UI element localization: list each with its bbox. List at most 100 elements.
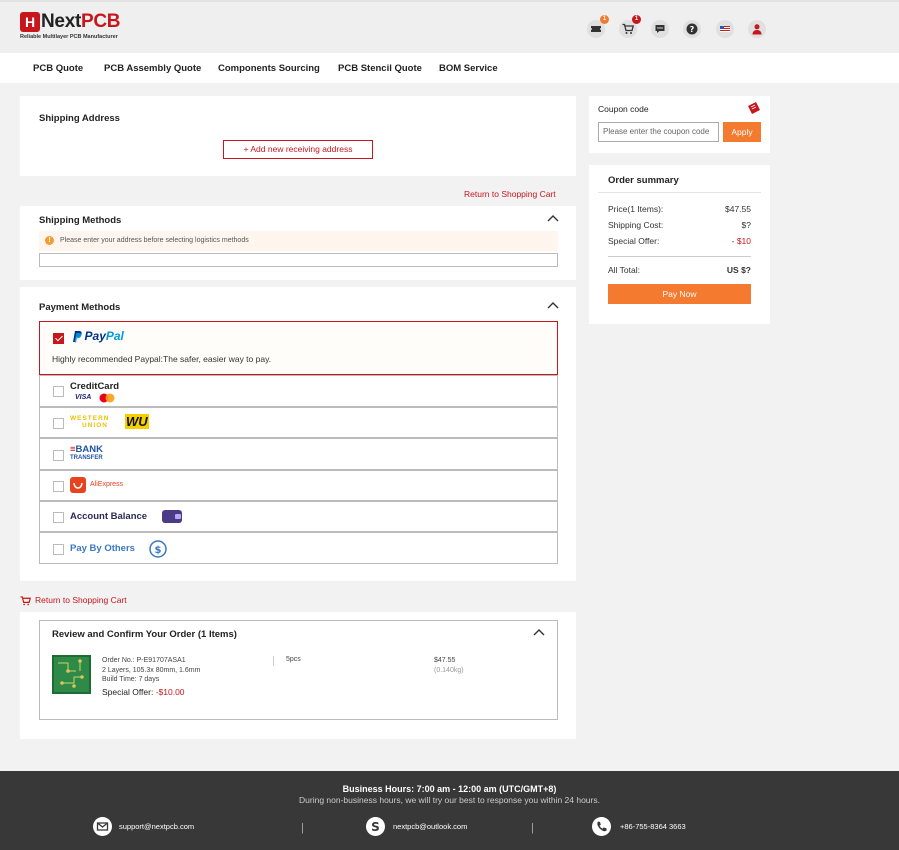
chevron-up-icon[interactable] <box>547 214 559 222</box>
shipping-notice: ! Please enter your address before selec… <box>39 231 558 251</box>
footer-skype[interactable]: nextpcb@outlook.com <box>393 822 467 831</box>
account-balance-checkbox[interactable] <box>53 512 64 523</box>
logo-tagline: Reliable Multilayer PCB Manufacturer <box>20 34 118 40</box>
nav-pcb-assembly-quote[interactable]: PCB Assembly Quote <box>104 63 201 74</box>
summary-total-row: All Total: US $? <box>608 265 751 275</box>
shipping-address-card: Shipping Address + Add new receiving add… <box>20 96 576 176</box>
coupon-ticket-icon <box>748 102 760 114</box>
visa-logo: VISA <box>75 394 92 401</box>
warning-icon: ! <box>45 236 54 245</box>
payment-option-pay-by-others[interactable]: Pay By Others $ <box>39 532 558 564</box>
nav-pcb-quote[interactable]: PCB Quote <box>33 63 83 74</box>
add-address-button[interactable]: + Add new receiving address <box>223 140 373 159</box>
svg-text:?: ? <box>690 25 695 34</box>
order-price: $47.55 <box>434 657 456 664</box>
footer-email[interactable]: support@nextpcb.com <box>119 822 194 831</box>
help-icon[interactable]: ? <box>683 20 701 38</box>
mastercard-icon <box>99 393 115 403</box>
payment-methods-title: Payment Methods <box>39 302 121 313</box>
pay-now-button[interactable]: Pay Now <box>608 284 751 304</box>
coupon-ticket-icon[interactable]: 1 <box>587 15 609 38</box>
divider <box>598 192 761 193</box>
skype-icon: S <box>366 817 385 836</box>
bank-transfer-logo: ≡BANK TRANSFER <box>70 444 103 461</box>
paypal-icon <box>73 330 82 342</box>
footer-business-hours: Business Hours: 7:00 am - 12:00 am (UTC/… <box>342 784 557 794</box>
order-number: Order No.: P-E91707ASA1 <box>102 657 186 664</box>
bank-transfer-checkbox[interactable] <box>53 450 64 461</box>
main-nav: PCB Quote PCB Assembly Quote Components … <box>0 53 899 83</box>
order-details: Order No.: P-E91707ASA1 2 Layers, 105.3x… <box>102 656 200 697</box>
review-order-title: Review and Confirm Your Order (1 Items) <box>52 629 237 640</box>
cart-icon[interactable] <box>20 596 31 606</box>
western-union-logo: WESTERN UNION <box>70 415 110 429</box>
email-icon <box>93 817 112 836</box>
coupon-badge: 1 <box>600 15 609 24</box>
phone-icon <box>592 817 611 836</box>
aliexpress-checkbox[interactable] <box>53 481 64 492</box>
order-price-block: $47.55 (0.140kg) <box>434 656 464 676</box>
payment-option-credit-card[interactable]: CreditCard VISA <box>39 375 558 407</box>
wallet-icon <box>162 510 182 523</box>
payment-option-account-balance[interactable]: Account Balance <box>39 501 558 532</box>
top-header: H NextPCB Reliable Multilayer PCB Manufac… <box>0 0 899 53</box>
chat-icon[interactable] <box>651 20 669 38</box>
logistics-list <box>39 253 558 267</box>
order-summary-title: Order summary <box>608 175 679 186</box>
pcb-board-thumbnail <box>52 655 91 694</box>
western-union-checkbox[interactable] <box>53 418 64 429</box>
order-weight: (0.140kg) <box>434 667 464 674</box>
pay-by-others-label: Pay By Others <box>70 543 135 554</box>
wu-logo: WU <box>125 414 149 429</box>
payment-methods-card: Payment Methods PayPal Highly recommende… <box>20 287 576 581</box>
user-icon[interactable] <box>748 20 766 38</box>
return-to-cart-link-top[interactable]: Return to Shopping Cart <box>464 189 556 199</box>
return-to-cart-link-bottom[interactable]: Return to Shopping Cart <box>35 595 127 605</box>
order-quantity: 5pcs <box>286 656 301 663</box>
footer-separator: | <box>301 822 304 834</box>
coupon-label: Coupon code <box>598 104 649 114</box>
logo-name: NextPCB <box>41 11 121 32</box>
logo-mark: H <box>20 12 40 32</box>
nav-pcb-stencil-quote[interactable]: PCB Stencil Quote <box>338 63 422 74</box>
us-flag-icon[interactable] <box>716 20 734 38</box>
pay-by-others-checkbox[interactable] <box>53 544 64 555</box>
payment-option-aliexpress[interactable]: AliExpress <box>39 470 558 501</box>
nextpcb-logo[interactable]: H NextPCB Reliable Multilayer PCB Manufac… <box>20 11 121 40</box>
paypal-description: Highly recommended Paypal:The safer, eas… <box>52 354 272 364</box>
review-order-card: Review and Confirm Your Order (1 Items) … <box>20 612 576 739</box>
payment-option-paypal[interactable]: PayPal Highly recommended Paypal:The saf… <box>39 321 558 375</box>
payment-option-bank-transfer[interactable]: ≡BANK TRANSFER <box>39 438 558 470</box>
review-order-box: Review and Confirm Your Order (1 Items) … <box>39 620 558 720</box>
credit-card-label: CreditCard <box>70 381 120 392</box>
chevron-up-icon[interactable] <box>547 301 559 309</box>
chevron-up-icon[interactable] <box>533 628 545 636</box>
nav-components-sourcing[interactable]: Components Sourcing <box>218 63 320 74</box>
order-spec: 2 Layers, 105.3x 80mm, 1.6mm <box>102 666 201 674</box>
coupon-card: Coupon code Please enter the coupon code… <box>589 96 770 153</box>
svg-text:$: $ <box>155 545 162 556</box>
summary-shipping-row: Shipping Cost: $? <box>608 220 751 230</box>
footer: Business Hours: 7:00 am - 12:00 am (UTC/… <box>0 771 899 850</box>
cart-icon[interactable]: 1 <box>619 15 641 38</box>
order-special-offer: Special Offer: -$10.00 <box>102 686 185 697</box>
nav-bom-service[interactable]: BOM Service <box>439 63 498 74</box>
paypal-logo: PayPal <box>71 329 124 343</box>
coupon-input[interactable]: Please enter the coupon code <box>598 122 719 142</box>
account-balance-label: Account Balance <box>70 511 148 522</box>
order-build-time: Build Time: 7 days <box>102 676 160 683</box>
order-summary-card: Order summary Price(1 Items): $47.55 Ship… <box>589 165 770 324</box>
svg-text:S: S <box>371 820 380 834</box>
shipping-address-title: Shipping Address <box>39 113 120 124</box>
apply-coupon-button[interactable]: Apply <box>723 122 761 142</box>
footer-note: During non-business hours, we will try o… <box>299 795 600 805</box>
payment-option-western-union[interactable]: WESTERN UNION WU <box>39 407 558 438</box>
shipping-notice-text: Please enter your address before selecti… <box>60 237 249 244</box>
footer-phone[interactable]: +86-755-8364 3663 <box>620 822 686 831</box>
paypal-checkbox[interactable] <box>53 333 64 344</box>
aliexpress-label: AliExpress <box>90 481 124 488</box>
shipping-methods-title: Shipping Methods <box>39 215 122 226</box>
credit-card-checkbox[interactable] <box>53 386 64 397</box>
footer-separator: | <box>531 822 534 834</box>
shipping-methods-card: Shipping Methods ! Please enter your add… <box>20 206 576 280</box>
